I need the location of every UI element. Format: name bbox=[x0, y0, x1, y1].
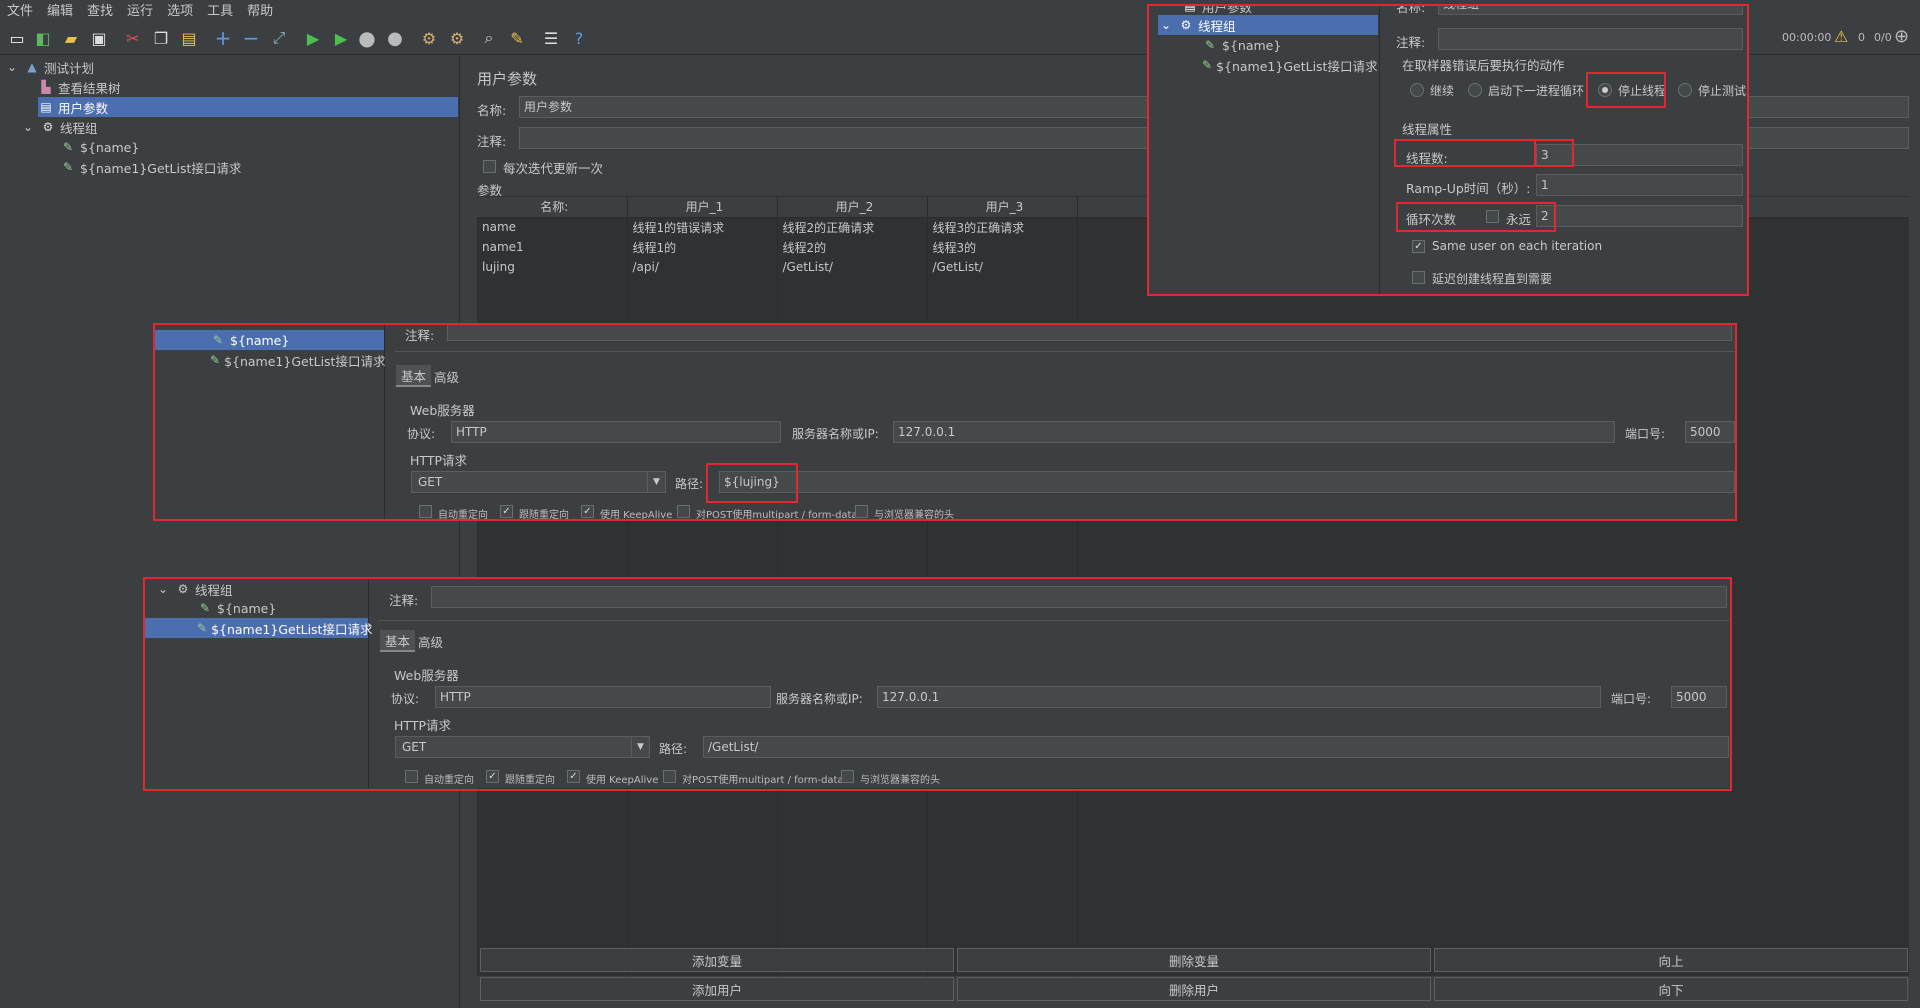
timer: 00:00:00 bbox=[1782, 31, 1832, 44]
warning-icon[interactable]: ⚠ bbox=[1834, 27, 1848, 46]
delete-variable-button[interactable]: 删除变量 bbox=[957, 948, 1431, 972]
comment-label: 注释: bbox=[477, 134, 507, 149]
open-icon[interactable]: ▰ bbox=[60, 27, 82, 49]
menu-tools[interactable]: 工具 bbox=[200, 0, 240, 19]
name-label: 名称: bbox=[477, 103, 507, 118]
tree-root[interactable]: ⌄ ▲ 测试计划 bbox=[4, 57, 454, 77]
table-cell[interactable]: /GetList/ bbox=[777, 257, 928, 277]
highlight-box bbox=[153, 323, 1737, 521]
highlight-box bbox=[1396, 202, 1556, 232]
help-icon[interactable]: ? bbox=[568, 27, 590, 49]
tree-item-name-sampler[interactable]: ✎ ${name} bbox=[60, 137, 450, 157]
move-down-button[interactable]: 向下 bbox=[1434, 977, 1908, 1001]
tree-root-label: 测试计划 bbox=[44, 60, 95, 76]
delete-user-button[interactable]: 删除用户 bbox=[957, 977, 1431, 1001]
chart-icon: ▙ bbox=[41, 80, 51, 94]
function-helper-icon[interactable]: ☰ bbox=[540, 27, 562, 49]
move-up-button[interactable]: 向上 bbox=[1434, 948, 1908, 972]
table-cell[interactable]: 线程1的错误请求 bbox=[627, 217, 778, 237]
menu-options[interactable]: 选项 bbox=[160, 0, 200, 19]
menu-file[interactable]: 文件 bbox=[0, 0, 40, 19]
tree-item-label: ${name1}GetList接口请求 bbox=[80, 160, 242, 176]
thread-count: 0/0 bbox=[1874, 31, 1892, 44]
column-header[interactable]: 用户_1 bbox=[627, 197, 778, 218]
toggle-icon[interactable]: ⤢ bbox=[268, 27, 290, 49]
table-cell[interactable]: 线程3的正确请求 bbox=[927, 217, 1078, 237]
new-icon[interactable]: ▭ bbox=[6, 27, 28, 49]
menu-run[interactable]: 运行 bbox=[120, 0, 160, 19]
clear-icon[interactable]: ⚙ bbox=[418, 27, 440, 49]
test-plan-icon: ▲ bbox=[27, 60, 37, 74]
tree-item-view-results[interactable]: ▙ 查看结果树 bbox=[38, 77, 458, 97]
tree-item-thread-group[interactable]: ⌄ ⚙ 线程组 bbox=[20, 117, 450, 137]
remote-icon[interactable]: ⊕ bbox=[1894, 26, 1909, 47]
collapse-icon[interactable]: − bbox=[240, 26, 262, 50]
stop-icon[interactable]: ● bbox=[356, 26, 378, 50]
highlight-box bbox=[1534, 139, 1574, 167]
update-once-checkbox[interactable] bbox=[483, 160, 496, 173]
warning-count: 0 bbox=[1858, 31, 1865, 44]
table-cell[interactable]: 线程1的 bbox=[627, 237, 778, 257]
column-header[interactable]: 用户_3 bbox=[927, 197, 1078, 218]
document-icon: ▤ bbox=[40, 100, 52, 114]
start-icon[interactable]: ▶ bbox=[302, 27, 324, 49]
copy-icon[interactable]: ❐ bbox=[150, 27, 172, 49]
chevron-down-icon[interactable]: ⌄ bbox=[20, 119, 36, 135]
cut-icon[interactable]: ✂ bbox=[122, 27, 144, 49]
tree-item-label: 线程组 bbox=[60, 120, 98, 136]
save-icon[interactable]: ▣ bbox=[88, 27, 110, 49]
reset-search-icon[interactable]: ✎ bbox=[506, 27, 528, 49]
table-cell[interactable]: name bbox=[477, 217, 628, 237]
table-cell[interactable]: 线程2的 bbox=[777, 237, 928, 257]
test-plan-tree: ⌄ ▲ 测试计划 ▙ 查看结果树 ▤ 用户参数 ⌄ ⚙ 线程组 ✎ ${name… bbox=[0, 56, 460, 1008]
column-header[interactable]: 用户_2 bbox=[777, 197, 928, 218]
highlight-box bbox=[143, 577, 1732, 791]
gear-icon: ⚙ bbox=[42, 120, 54, 134]
tree-item-user-params[interactable]: ▤ 用户参数 bbox=[38, 97, 458, 117]
add-variable-button[interactable]: 添加变量 bbox=[480, 948, 954, 972]
tree-item-getlist-sampler[interactable]: ✎ ${name1}GetList接口请求 bbox=[60, 157, 450, 177]
table-cell[interactable]: /GetList/ bbox=[927, 257, 1078, 277]
highlight-box bbox=[706, 463, 798, 503]
menu-search[interactable]: 查找 bbox=[80, 0, 120, 19]
menu-help[interactable]: 帮助 bbox=[240, 0, 280, 19]
shutdown-icon[interactable]: ● bbox=[384, 27, 406, 49]
add-user-button[interactable]: 添加用户 bbox=[480, 977, 954, 1001]
templates-icon[interactable]: ◧ bbox=[32, 27, 54, 49]
table-cell[interactable]: /api/ bbox=[627, 257, 778, 277]
highlight-box bbox=[1586, 72, 1666, 108]
pipette-icon: ✎ bbox=[62, 160, 74, 174]
clear-all-icon[interactable]: ⚙ bbox=[446, 27, 468, 49]
table-cell[interactable]: lujing bbox=[477, 257, 628, 277]
search-icon[interactable]: ⌕ bbox=[478, 27, 500, 49]
tree-item-label: 用户参数 bbox=[58, 100, 109, 116]
expand-icon[interactable]: + bbox=[212, 26, 234, 50]
page-title: 用户参数 bbox=[477, 70, 538, 88]
menu-edit[interactable]: 编辑 bbox=[40, 0, 80, 19]
table-cell[interactable]: 线程2的正确请求 bbox=[777, 217, 928, 237]
tree-item-label: ${name} bbox=[80, 139, 140, 155]
start-no-pause-icon[interactable]: ▶ bbox=[330, 27, 352, 49]
tree-item-label: 查看结果树 bbox=[58, 80, 121, 96]
column-header[interactable]: 名称: bbox=[477, 197, 628, 218]
paste-icon[interactable]: ▤ bbox=[178, 27, 200, 49]
table-cell[interactable]: name1 bbox=[477, 237, 628, 257]
chevron-down-icon[interactable]: ⌄ bbox=[4, 59, 20, 75]
update-once-label: 每次迭代更新一次 bbox=[503, 161, 604, 176]
pipette-icon: ✎ bbox=[62, 140, 74, 154]
table-cell[interactable]: 线程3的 bbox=[927, 237, 1078, 257]
